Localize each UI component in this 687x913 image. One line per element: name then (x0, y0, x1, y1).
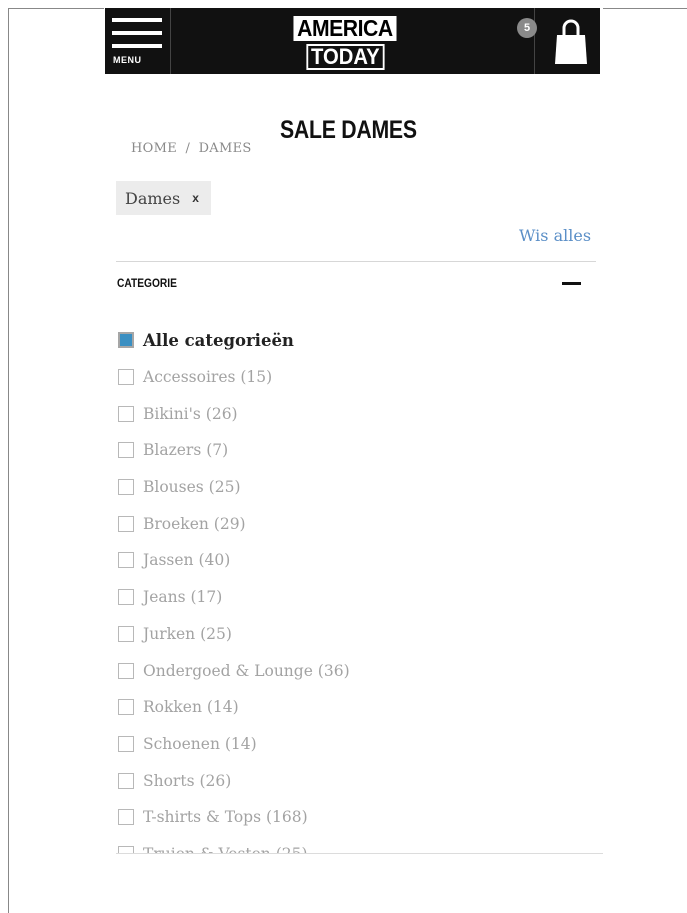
category-option[interactable]: T-shirts & Tops (168) (118, 799, 588, 836)
site-logo[interactable]: AMERICA TODAY (285, 16, 405, 76)
checkbox-icon[interactable] (118, 735, 134, 752)
category-label: Jeans (17) (143, 588, 223, 607)
divider (116, 853, 603, 854)
category-label: Broeken (29) (143, 514, 246, 533)
checkbox-icon[interactable] (118, 552, 134, 569)
category-option[interactable]: Broeken (29) (118, 505, 588, 542)
fold-cover (105, 854, 603, 913)
cart-count-badge: 5 (517, 18, 537, 38)
category-option-all[interactable]: Alle categorieën (118, 322, 588, 359)
category-option[interactable]: Blazers (7) (118, 432, 588, 469)
page: MENU AMERICA TODAY 5 HOME / DAMES SALE D… (105, 8, 603, 913)
frame-border (8, 8, 104, 9)
category-label: Schoenen (14) (143, 734, 257, 753)
category-label: Alle categorieën (143, 330, 294, 350)
breadcrumb-current[interactable]: DAMES (199, 141, 252, 156)
site-header: MENU AMERICA TODAY 5 (105, 8, 600, 74)
frame-border (8, 8, 9, 913)
page-title: SALE DAMES (280, 116, 417, 144)
checkbox-icon[interactable] (118, 589, 134, 606)
category-option[interactable]: Ondergoed & Lounge (36) (118, 652, 588, 689)
category-option[interactable]: Jurken (25) (118, 616, 588, 653)
checkbox-icon[interactable] (118, 515, 134, 532)
category-section-title[interactable]: CATEGORIE (117, 276, 177, 290)
checkbox-icon[interactable] (118, 625, 134, 642)
category-label: Jassen (40) (143, 551, 231, 570)
category-option[interactable]: Jassen (40) (118, 542, 588, 579)
shopping-bag-icon[interactable] (554, 18, 588, 70)
category-option[interactable]: Rokken (14) (118, 689, 588, 726)
breadcrumb-home[interactable]: HOME (131, 141, 177, 156)
breadcrumb-separator: / (185, 141, 191, 156)
category-option[interactable]: Bikini's (26) (118, 395, 588, 432)
category-label: Rokken (14) (143, 698, 239, 717)
checkbox-icon[interactable] (118, 479, 134, 496)
active-filter-chip[interactable]: Dames x (116, 181, 211, 215)
category-label: T-shirts & Tops (168) (143, 808, 308, 827)
category-list: Alle categorieën Accessoires (15) Bikini… (118, 322, 588, 872)
checkbox-checked-icon[interactable] (118, 332, 134, 349)
category-option[interactable]: Schoenen (14) (118, 726, 588, 763)
category-option[interactable]: Shorts (26) (118, 762, 588, 799)
category-label: Bikini's (26) (143, 404, 238, 423)
checkbox-icon[interactable] (118, 809, 134, 826)
clear-all-filters-link[interactable]: Wis alles (519, 226, 591, 245)
checkbox-icon[interactable] (118, 772, 134, 789)
menu-button[interactable]: MENU (105, 8, 171, 74)
category-label: Shorts (26) (143, 771, 232, 790)
category-option[interactable]: Accessoires (15) (118, 359, 588, 396)
category-label: Ondergoed & Lounge (36) (143, 661, 350, 680)
checkbox-icon[interactable] (118, 442, 134, 459)
category-label: Accessoires (15) (143, 368, 273, 387)
checkbox-icon[interactable] (118, 662, 134, 679)
category-label: Blouses (25) (143, 478, 241, 497)
filter-chip-label: Dames (125, 188, 181, 208)
breadcrumb: HOME / DAMES (131, 141, 256, 156)
menu-label: MENU (113, 55, 142, 65)
category-label: Blazers (7) (143, 441, 229, 460)
checkbox-icon[interactable] (118, 405, 134, 422)
category-option[interactable]: Blouses (25) (118, 469, 588, 506)
frame-border (603, 8, 687, 9)
category-option[interactable]: Jeans (17) (118, 579, 588, 616)
checkbox-icon[interactable] (118, 369, 134, 386)
logo-bottom-text: TODAY (306, 44, 384, 70)
collapse-minus-icon[interactable] (562, 282, 581, 285)
checkbox-icon[interactable] (118, 699, 134, 716)
divider (116, 261, 596, 262)
category-label: Jurken (25) (143, 624, 232, 643)
logo-top-text: AMERICA (293, 16, 397, 41)
close-icon[interactable]: x (192, 191, 199, 205)
